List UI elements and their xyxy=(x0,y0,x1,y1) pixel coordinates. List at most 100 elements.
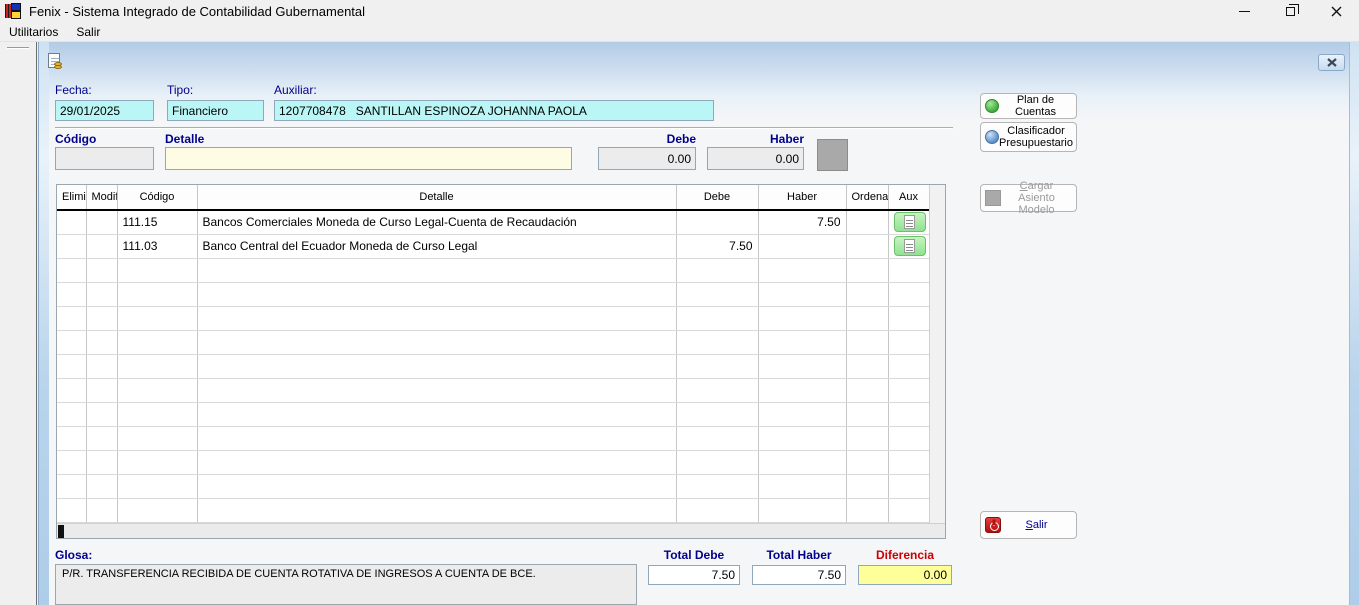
cell-modif xyxy=(86,378,117,402)
cell-aux xyxy=(888,474,929,498)
entries-table: EliminModifCódigoDetalleDebeHaberOrdenar… xyxy=(57,185,930,523)
cell-codigo: 111.03 xyxy=(117,234,197,258)
table-horizontal-scrollbar[interactable] xyxy=(57,523,945,538)
aux-document-icon xyxy=(904,239,915,253)
cell-detalle xyxy=(197,402,676,426)
salir-button[interactable]: Salir xyxy=(980,511,1077,539)
fecha-label: Fecha: xyxy=(55,83,92,97)
cell-ordenar xyxy=(846,210,888,234)
cell-modif xyxy=(86,426,117,450)
cell-ordenar xyxy=(846,354,888,378)
cell-ordenar xyxy=(846,426,888,450)
cell-debe xyxy=(676,330,758,354)
cell-debe xyxy=(676,354,758,378)
window-frame-scrollbar[interactable] xyxy=(1349,42,1359,605)
cargar-asiento-modelo-button[interactable]: Cargar Asiento Modelo xyxy=(980,184,1077,212)
table-header-row: EliminModifCódigoDetalleDebeHaberOrdenar… xyxy=(57,185,929,210)
cell-ordenar xyxy=(846,474,888,498)
table-empty-row xyxy=(57,306,929,330)
cell-haber xyxy=(758,330,846,354)
child-close-button[interactable] xyxy=(1318,54,1345,71)
cell-elimin xyxy=(57,210,86,234)
cell-haber xyxy=(758,378,846,402)
cell-ordenar xyxy=(846,450,888,474)
cell-codigo xyxy=(117,282,197,306)
menu-utilitarios[interactable]: Utilitarios xyxy=(0,23,67,41)
minimize-button[interactable] xyxy=(1221,0,1267,22)
codigo-input[interactable] xyxy=(55,147,154,170)
cell-haber xyxy=(758,306,846,330)
cell-debe xyxy=(676,474,758,498)
cell-debe xyxy=(676,282,758,306)
table-empty-row xyxy=(57,450,929,474)
add-entry-button[interactable] xyxy=(817,139,848,171)
cell-detalle xyxy=(197,450,676,474)
gray-square-icon xyxy=(985,190,1001,206)
cell-haber xyxy=(758,426,846,450)
cell-detalle xyxy=(197,474,676,498)
table-vertical-scrollbar[interactable] xyxy=(929,185,945,523)
cell-detalle xyxy=(197,282,676,306)
cell-detalle xyxy=(197,426,676,450)
cell-debe xyxy=(676,306,758,330)
cell-elimin xyxy=(57,426,86,450)
cell-elimin xyxy=(57,234,86,258)
restore-button[interactable] xyxy=(1267,0,1313,22)
tipo-label: Tipo: xyxy=(167,83,193,97)
cell-aux xyxy=(888,402,929,426)
table-empty-row xyxy=(57,402,929,426)
aux-button[interactable] xyxy=(894,212,926,232)
clasificador-presupuestario-button[interactable]: Clasificador Presupuestario xyxy=(980,122,1077,152)
cell-detalle: Banco Central del Ecuador Moneda de Curs… xyxy=(197,234,676,258)
tipo-input[interactable]: Financiero xyxy=(167,100,264,121)
fecha-input[interactable]: 29/01/2025 xyxy=(55,100,154,121)
cell-ordenar xyxy=(846,258,888,282)
cargar-asiento-label: Cargar Asiento Modelo xyxy=(1001,180,1072,216)
cell-haber xyxy=(758,402,846,426)
close-button[interactable] xyxy=(1313,0,1359,22)
glosa-label: Glosa: xyxy=(55,548,92,562)
diferencia-label: Diferencia xyxy=(858,548,952,562)
table-empty-row xyxy=(57,282,929,306)
table-scrollbar-thumb[interactable] xyxy=(58,525,64,538)
table-row: 111.15Bancos Comerciales Moneda de Curso… xyxy=(57,210,929,234)
column-header-modif: Modif xyxy=(86,185,117,210)
detalle-input[interactable] xyxy=(165,147,572,170)
plan-de-cuentas-button[interactable]: Plan de Cuentas xyxy=(980,93,1077,119)
column-header-cdigo: Código xyxy=(117,185,197,210)
cell-modif xyxy=(86,258,117,282)
cell-aux xyxy=(888,330,929,354)
cell-codigo xyxy=(117,474,197,498)
window-frame-left xyxy=(39,42,49,605)
glosa-input[interactable]: P/R. TRANSFERENCIA RECIBIDA DE CUENTA RO… xyxy=(55,564,637,605)
table-empty-row xyxy=(57,474,929,498)
cell-haber xyxy=(758,450,846,474)
cell-ordenar xyxy=(846,306,888,330)
cell-codigo xyxy=(117,426,197,450)
cell-codigo xyxy=(117,330,197,354)
table-empty-row xyxy=(57,354,929,378)
cell-detalle xyxy=(197,354,676,378)
table-empty-row xyxy=(57,378,929,402)
green-sphere-icon xyxy=(985,99,999,113)
cell-codigo xyxy=(117,498,197,522)
cell-ordenar xyxy=(846,282,888,306)
salir-label: Salir xyxy=(1001,519,1072,531)
cell-modif xyxy=(86,402,117,426)
cell-ordenar xyxy=(846,498,888,522)
haber-input[interactable]: 0.00 xyxy=(707,147,804,170)
blue-sphere-icon xyxy=(985,130,999,144)
cell-modif xyxy=(86,498,117,522)
cell-ordenar xyxy=(846,402,888,426)
cell-codigo xyxy=(117,306,197,330)
cell-haber xyxy=(758,354,846,378)
panel-splitter-handle[interactable] xyxy=(7,47,29,49)
cell-modif xyxy=(86,450,117,474)
table-empty-row xyxy=(57,330,929,354)
debe-input[interactable]: 0.00 xyxy=(598,147,696,170)
cell-debe: 7.50 xyxy=(676,234,758,258)
menu-salir[interactable]: Salir xyxy=(67,23,109,41)
aux-button[interactable] xyxy=(894,236,926,256)
auxiliar-input[interactable]: 1207708478 SANTILLAN ESPINOZA JOHANNA PA… xyxy=(274,100,714,121)
restore-icon xyxy=(1286,7,1295,16)
